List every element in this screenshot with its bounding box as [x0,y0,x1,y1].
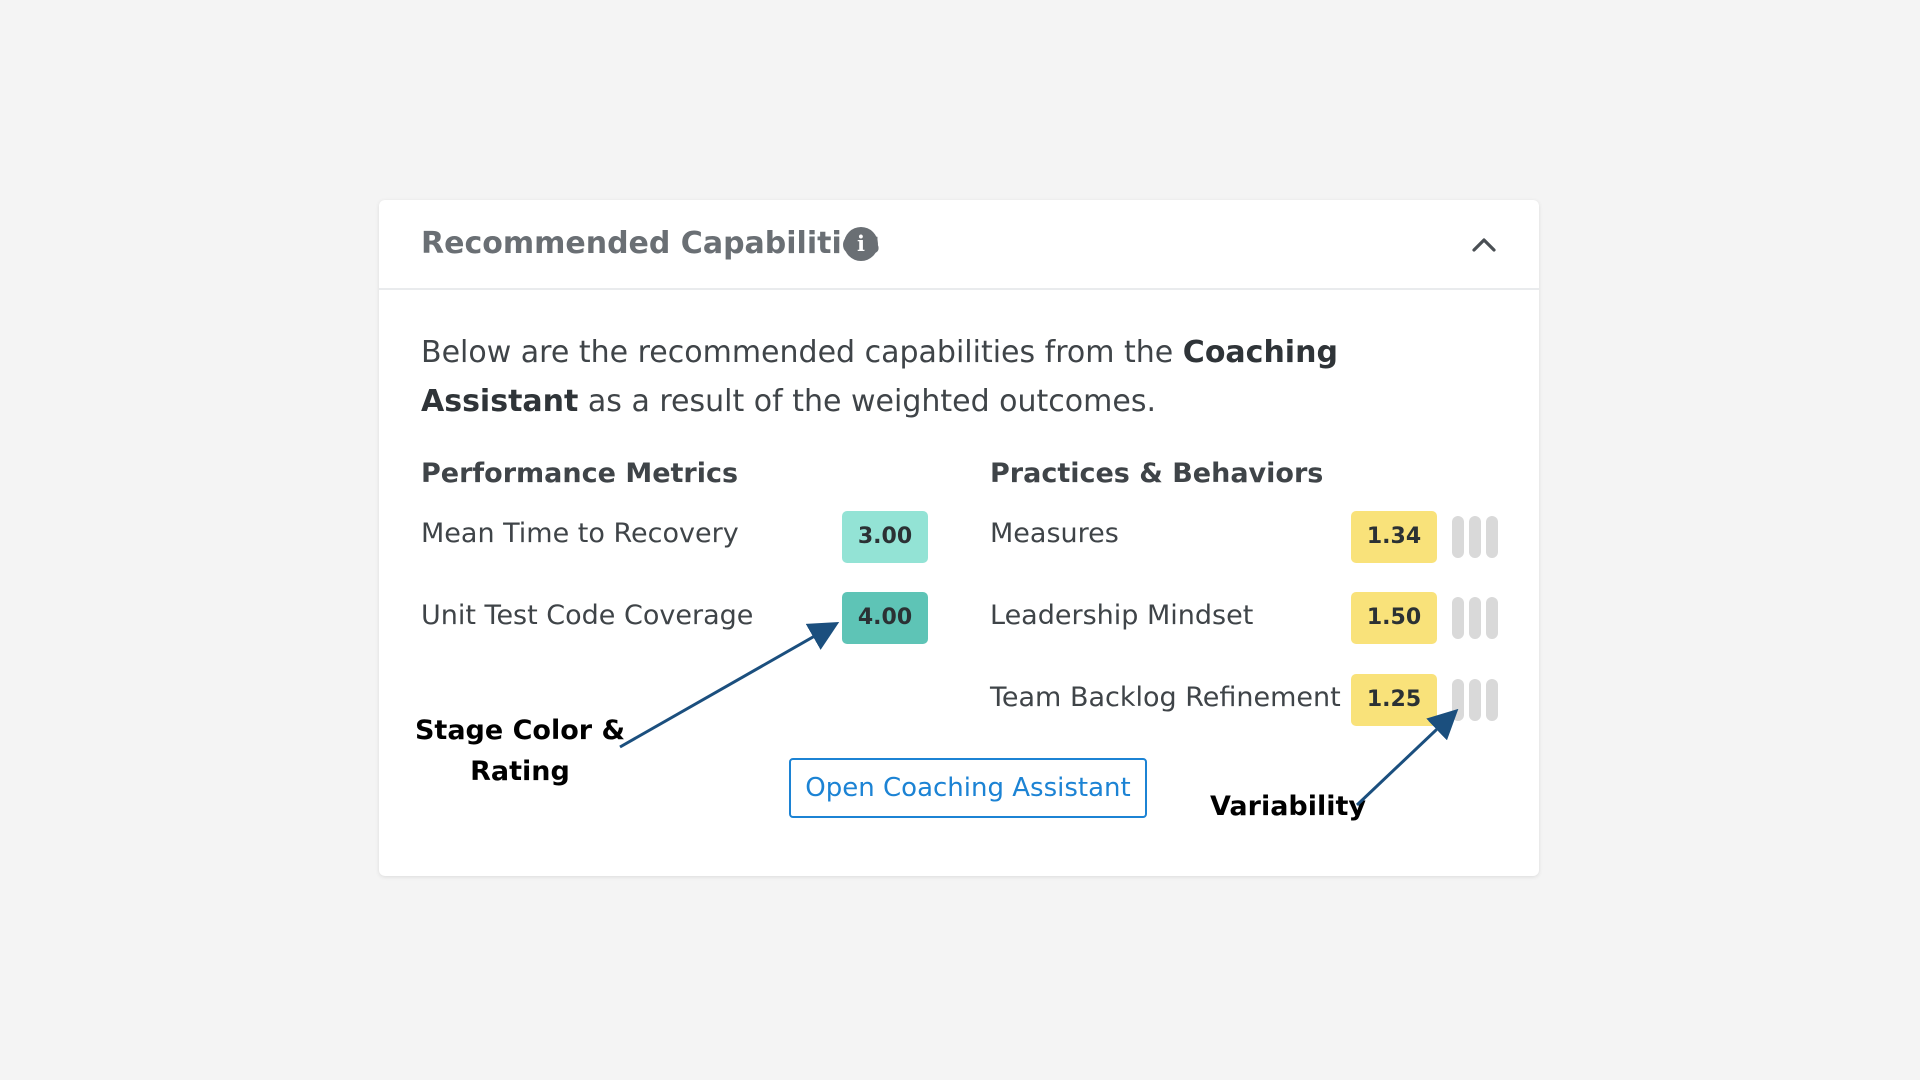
variability-arrow [1355,708,1459,807]
annotation-arrows [619,622,1459,807]
stage-color-arrow [619,622,840,749]
